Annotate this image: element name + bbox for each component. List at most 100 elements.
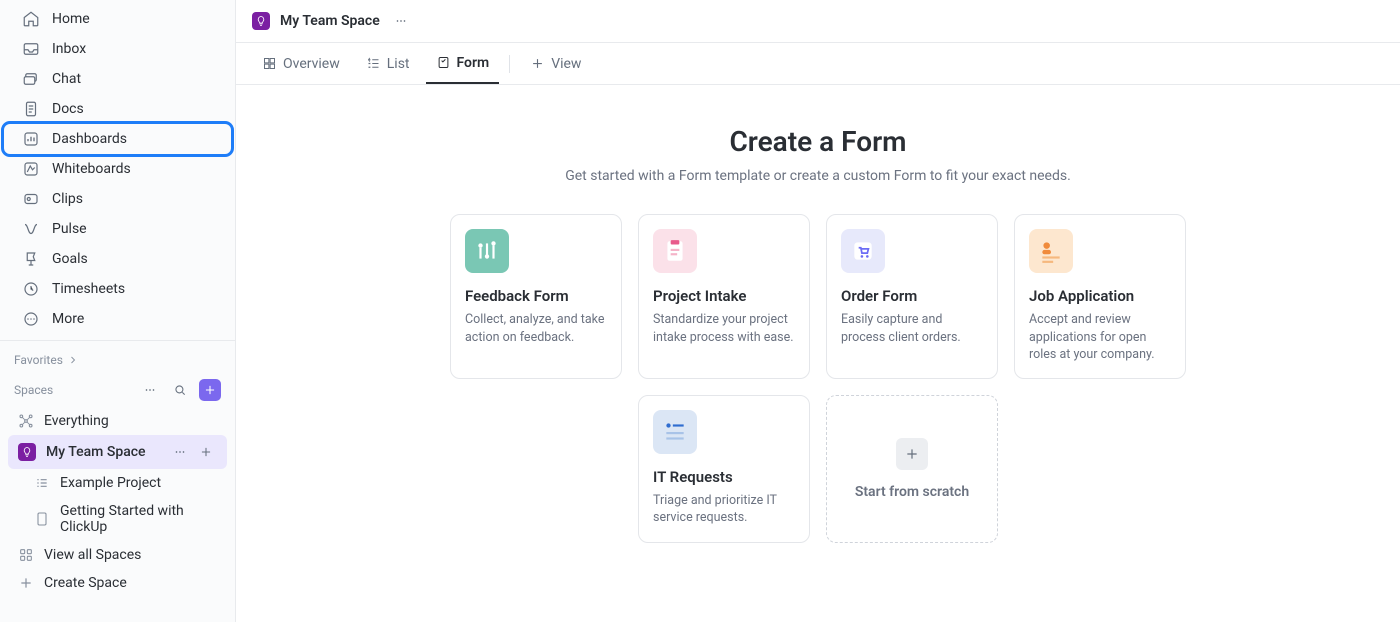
sidebar-item-my-team-space[interactable]: My Team Space <box>8 435 227 469</box>
space-name: My Team Space <box>46 444 159 460</box>
spaces-more-button[interactable] <box>139 379 161 401</box>
nav-item-label: Docs <box>52 101 84 117</box>
template-cards: Feedback Form Collect, analyze, and take … <box>428 214 1208 543</box>
sidebar-item-dashboards[interactable]: Dashboards <box>4 124 231 154</box>
favorites-label: Favorites <box>14 353 63 367</box>
form-icon <box>436 55 451 70</box>
template-title: Feedback Form <box>465 287 607 305</box>
spaces-label: Spaces <box>14 383 53 397</box>
template-thumb-icon <box>653 229 697 273</box>
tab-form[interactable]: Form <box>426 43 500 84</box>
page-header: My Team Space <box>236 0 1400 43</box>
tree-item[interactable]: Getting Started with ClickUp <box>8 497 227 541</box>
main: My Team Space Overview List Form View Crea… <box>236 0 1400 622</box>
doc-icon <box>34 511 50 527</box>
clips-icon <box>22 190 40 208</box>
list-icon <box>366 56 381 71</box>
template-title: Job Application <box>1029 287 1171 305</box>
chat-icon <box>22 70 40 88</box>
content-area: Create a Form Get started with a Form te… <box>236 85 1400 622</box>
nav-item-label: Home <box>52 11 90 27</box>
tab-separator <box>509 55 510 73</box>
sidebar-item-create-space[interactable]: Create Space <box>8 569 227 597</box>
tab-label: Overview <box>283 56 340 72</box>
nav-item-label: More <box>52 311 84 327</box>
tree-item-label: Example Project <box>60 475 217 491</box>
pulse-icon <box>22 220 40 238</box>
nav-item-label: Timesheets <box>52 281 125 297</box>
tab-list[interactable]: List <box>356 43 420 84</box>
hero: Create a Form Get started with a Form te… <box>408 125 1228 184</box>
template-title: IT Requests <box>653 468 795 486</box>
template-desc: Collect, analyze, and take action on fee… <box>465 311 607 346</box>
spaces-section: Spaces <box>0 373 235 407</box>
sidebar-item-pulse[interactable]: Pulse <box>4 214 231 244</box>
home-icon <box>22 10 40 28</box>
sidebar-item-docs[interactable]: Docs <box>4 94 231 124</box>
template-card-order[interactable]: Order FormEasily capture and process cli… <box>826 214 998 379</box>
add-view-label: View <box>551 56 581 72</box>
caret-right-icon <box>67 354 79 366</box>
whiteboards-icon <box>22 160 40 178</box>
template-thumb-icon <box>653 410 697 454</box>
tree-item-label: Getting Started with ClickUp <box>60 503 217 535</box>
sidebar-item-chat[interactable]: Chat <box>4 64 231 94</box>
grid-icon <box>18 547 34 563</box>
dashboards-icon <box>22 130 40 148</box>
sidebar-item-everything[interactable]: Everything <box>8 407 227 435</box>
view-tabs: Overview List Form View <box>236 43 1400 85</box>
everything-label: Everything <box>44 413 217 429</box>
nav-item-label: Goals <box>52 251 88 267</box>
tab-overview[interactable]: Overview <box>252 43 350 84</box>
favorites-section[interactable]: Favorites <box>0 347 235 373</box>
nav-item-label: Inbox <box>52 41 86 57</box>
template-thumb-icon <box>1029 229 1073 273</box>
scratch-label: Start from scratch <box>855 484 969 500</box>
space-add-button[interactable] <box>195 441 217 463</box>
create-space-label: Create Space <box>44 575 217 591</box>
sidebar-item-home[interactable]: Home <box>4 4 231 34</box>
template-thumb-icon <box>841 229 885 273</box>
header-space-icon <box>252 12 270 30</box>
sidebar-item-goals[interactable]: Goals <box>4 244 231 274</box>
header-more-button[interactable] <box>390 10 412 32</box>
sidebar-item-inbox[interactable]: Inbox <box>4 34 231 64</box>
plus-icon <box>530 56 545 71</box>
nav-item-label: Whiteboards <box>52 161 131 177</box>
space-more-button[interactable] <box>169 441 191 463</box>
sidebar-item-more[interactable]: More <box>4 304 231 334</box>
template-card-job[interactable]: Job Application Accept and review applica… <box>1014 214 1186 379</box>
more-icon <box>22 310 40 328</box>
template-desc: Easily capture and process client orders… <box>841 311 983 346</box>
template-card-it[interactable]: IT RequestsTriage and prioritize IT serv… <box>638 395 810 543</box>
list-icon <box>34 475 50 491</box>
template-thumb-icon <box>465 229 509 273</box>
sidebar-item-view-all-spaces[interactable]: View all Spaces <box>8 541 227 569</box>
tree-item[interactable]: Example Project <box>8 469 227 497</box>
page-title: My Team Space <box>280 13 380 29</box>
timesheets-icon <box>22 280 40 298</box>
hero-title: Create a Form <box>408 125 1228 158</box>
add-view-button[interactable]: View <box>520 43 591 84</box>
nav-item-label: Clips <box>52 191 83 207</box>
overview-icon <box>262 56 277 71</box>
sidebar: Home Inbox Chat Docs Dashboards Whiteboards Cl… <box>0 0 236 622</box>
plus-icon <box>18 575 34 591</box>
view-all-spaces-label: View all Spaces <box>44 547 217 563</box>
template-card-feedback[interactable]: Feedback Form Collect, analyze, and take … <box>450 214 622 379</box>
tab-label: Form <box>457 55 490 71</box>
sidebar-item-timesheets[interactable]: Timesheets <box>4 274 231 304</box>
template-card-intake[interactable]: Project IntakeStandardize your project i… <box>638 214 810 379</box>
sidebar-divider <box>0 340 235 341</box>
spaces-search-button[interactable] <box>169 379 191 401</box>
sidebar-item-whiteboards[interactable]: Whiteboards <box>4 154 231 184</box>
goals-icon <box>22 250 40 268</box>
docs-icon <box>22 100 40 118</box>
start-from-scratch-card[interactable]: Start from scratch <box>826 395 998 543</box>
sidebar-item-clips[interactable]: Clips <box>4 184 231 214</box>
template-desc: Standardize your project intake process … <box>653 311 795 346</box>
space-icon <box>18 443 36 461</box>
plus-icon <box>896 438 928 470</box>
spaces-add-button[interactable] <box>199 379 221 401</box>
template-desc: Accept and review applications for open … <box>1029 311 1171 364</box>
